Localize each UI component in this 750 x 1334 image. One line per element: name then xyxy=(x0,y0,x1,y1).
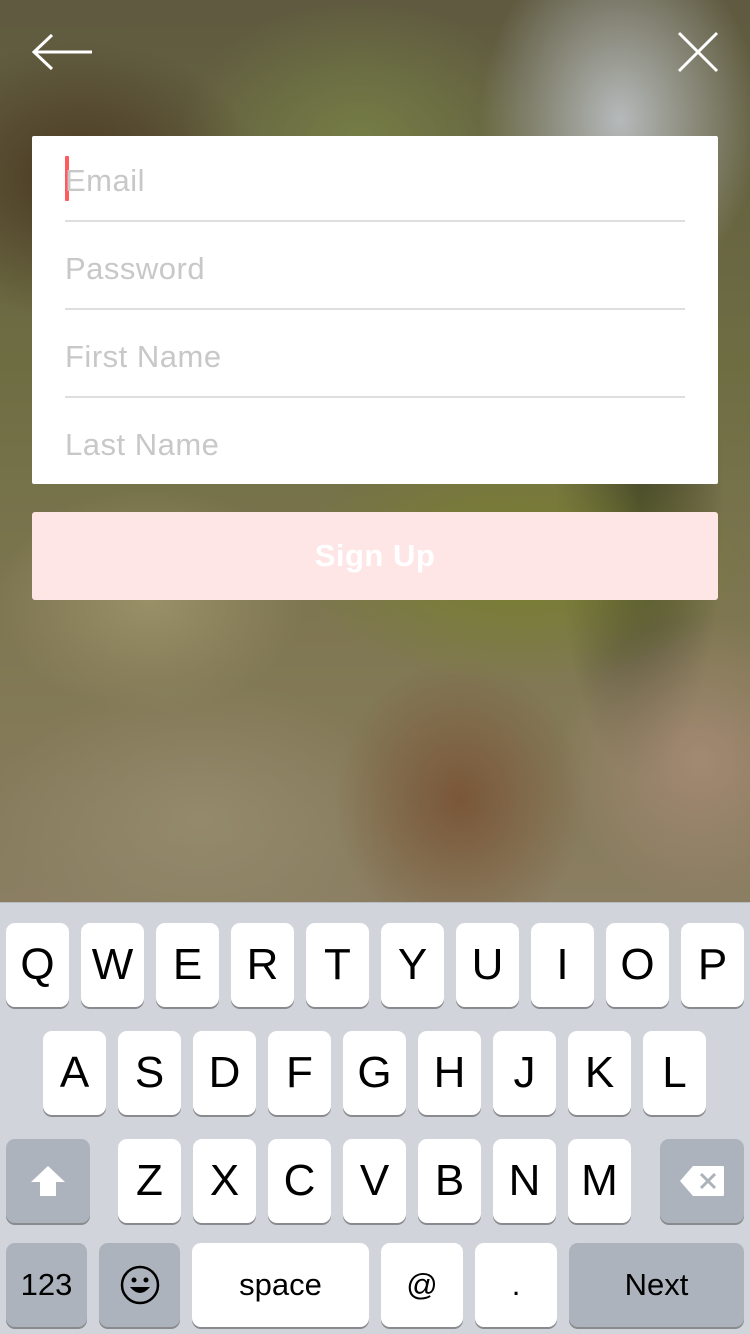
key-l[interactable]: L xyxy=(643,1031,706,1115)
arrow-left-icon xyxy=(31,33,92,71)
keyboard: Q W E R T Y U I O P A S D F G H J K L Z … xyxy=(0,902,750,1334)
emoji-key[interactable] xyxy=(99,1243,180,1327)
key-b[interactable]: B xyxy=(418,1139,481,1223)
key-n[interactable]: N xyxy=(493,1139,556,1223)
backspace-icon xyxy=(680,1166,724,1196)
key-f[interactable]: F xyxy=(268,1031,331,1115)
key-z[interactable]: Z xyxy=(118,1139,181,1223)
key-w[interactable]: W xyxy=(81,923,144,1007)
email-input[interactable] xyxy=(65,158,685,204)
key-o[interactable]: O xyxy=(606,923,669,1007)
key-v[interactable]: V xyxy=(343,1139,406,1223)
key-a[interactable]: A xyxy=(43,1031,106,1115)
shift-key[interactable] xyxy=(6,1139,90,1223)
close-button[interactable] xyxy=(672,26,724,78)
key-u[interactable]: U xyxy=(456,923,519,1007)
shift-icon xyxy=(31,1166,65,1196)
first-name-field-row xyxy=(65,310,685,398)
close-icon xyxy=(677,31,719,73)
sign-up-button[interactable]: Sign Up xyxy=(32,512,718,600)
dot-key[interactable]: . xyxy=(475,1243,557,1327)
key-d[interactable]: D xyxy=(193,1031,256,1115)
first-name-input[interactable] xyxy=(65,334,685,380)
at-key[interactable]: @ xyxy=(381,1243,463,1327)
key-k[interactable]: K xyxy=(568,1031,631,1115)
key-i[interactable]: I xyxy=(531,923,594,1007)
key-m[interactable]: M xyxy=(568,1139,631,1223)
email-field-row xyxy=(65,136,685,222)
last-name-field-row xyxy=(65,398,685,484)
key-x[interactable]: X xyxy=(193,1139,256,1223)
key-p[interactable]: P xyxy=(681,923,744,1007)
key-g[interactable]: G xyxy=(343,1031,406,1115)
key-j[interactable]: J xyxy=(493,1031,556,1115)
password-input[interactable] xyxy=(65,246,685,292)
emoji-icon xyxy=(120,1265,159,1305)
key-h[interactable]: H xyxy=(418,1031,481,1115)
back-button[interactable] xyxy=(26,28,98,76)
numbers-key[interactable]: 123 xyxy=(6,1243,87,1327)
key-y[interactable]: Y xyxy=(381,923,444,1007)
key-c[interactable]: C xyxy=(268,1139,331,1223)
password-field-row xyxy=(65,222,685,310)
space-key[interactable]: space xyxy=(192,1243,369,1327)
next-key[interactable]: Next xyxy=(569,1243,744,1327)
key-r[interactable]: R xyxy=(231,923,294,1007)
key-q[interactable]: Q xyxy=(6,923,69,1007)
key-s[interactable]: S xyxy=(118,1031,181,1115)
delete-key[interactable] xyxy=(660,1139,744,1223)
signup-form xyxy=(32,136,718,484)
key-e[interactable]: E xyxy=(156,923,219,1007)
last-name-input[interactable] xyxy=(65,422,685,468)
key-t[interactable]: T xyxy=(306,923,369,1007)
